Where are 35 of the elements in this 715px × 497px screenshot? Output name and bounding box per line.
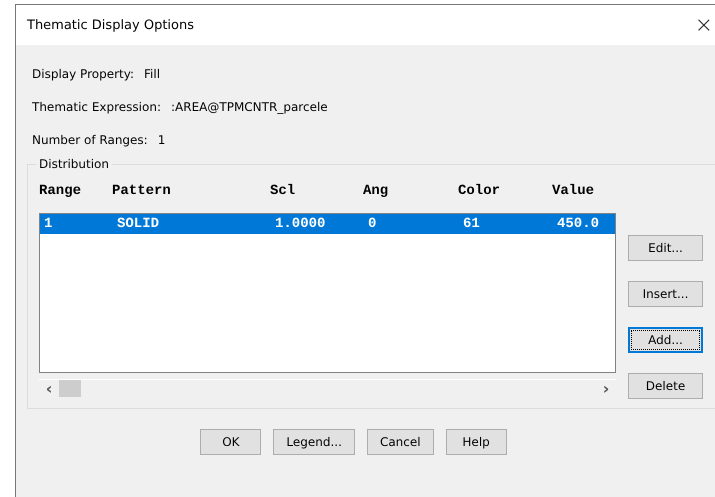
column-header: Value (552, 183, 596, 199)
field-label: Display Property: (32, 66, 134, 80)
column-header: Range (39, 183, 82, 199)
column-header: Color (458, 183, 502, 199)
list-row[interactable]: 1 SOLID 1.0000 0 61 450.0 (40, 214, 615, 234)
column-header: Pattern (112, 183, 172, 199)
column-header: Scl (270, 183, 296, 199)
table-cell-text: SOLID (116, 216, 160, 232)
column-header: Ang (363, 183, 390, 199)
dialog-button[interactable]: OK (200, 429, 262, 455)
table-cell-text: 0 (367, 216, 378, 232)
window-title: Thematic Display Options (27, 18, 194, 32)
scroll-right-button[interactable]: › (596, 380, 616, 397)
field-value: :AREA@TPMCNTR_parcele (171, 100, 328, 114)
table-cell-text: 1.0000 (274, 216, 326, 232)
scroll-left-button[interactable]: ‹ (39, 380, 59, 397)
dialog-button[interactable]: Cancel (366, 429, 434, 455)
field-label: Thematic Expression: (32, 100, 161, 114)
close-button[interactable]: × (692, 12, 715, 38)
dialog-button[interactable]: Help (446, 429, 507, 455)
dialog-button[interactable]: Legend... (273, 429, 355, 455)
side-button[interactable]: Add... (628, 327, 703, 353)
group-title: Distribution (36, 157, 112, 171)
field-value: Fill (144, 66, 160, 80)
scroll-thumb[interactable] (59, 380, 81, 397)
side-button[interactable]: Insert... (628, 281, 703, 307)
field-value: 1 (158, 132, 166, 146)
range-list[interactable]: 1 SOLID 1.0000 0 61 450.0 (39, 213, 616, 373)
table-cell-text: 450.0 (556, 216, 600, 232)
side-button[interactable]: Delete (628, 373, 703, 399)
table-cell-text: 61 (462, 216, 481, 232)
table-cell-text: 1 (43, 216, 54, 232)
horizontal-scrollbar[interactable]: ‹ › (39, 379, 616, 397)
field-label: Number of Ranges: (32, 132, 148, 146)
side-button[interactable]: Edit... (628, 235, 703, 261)
